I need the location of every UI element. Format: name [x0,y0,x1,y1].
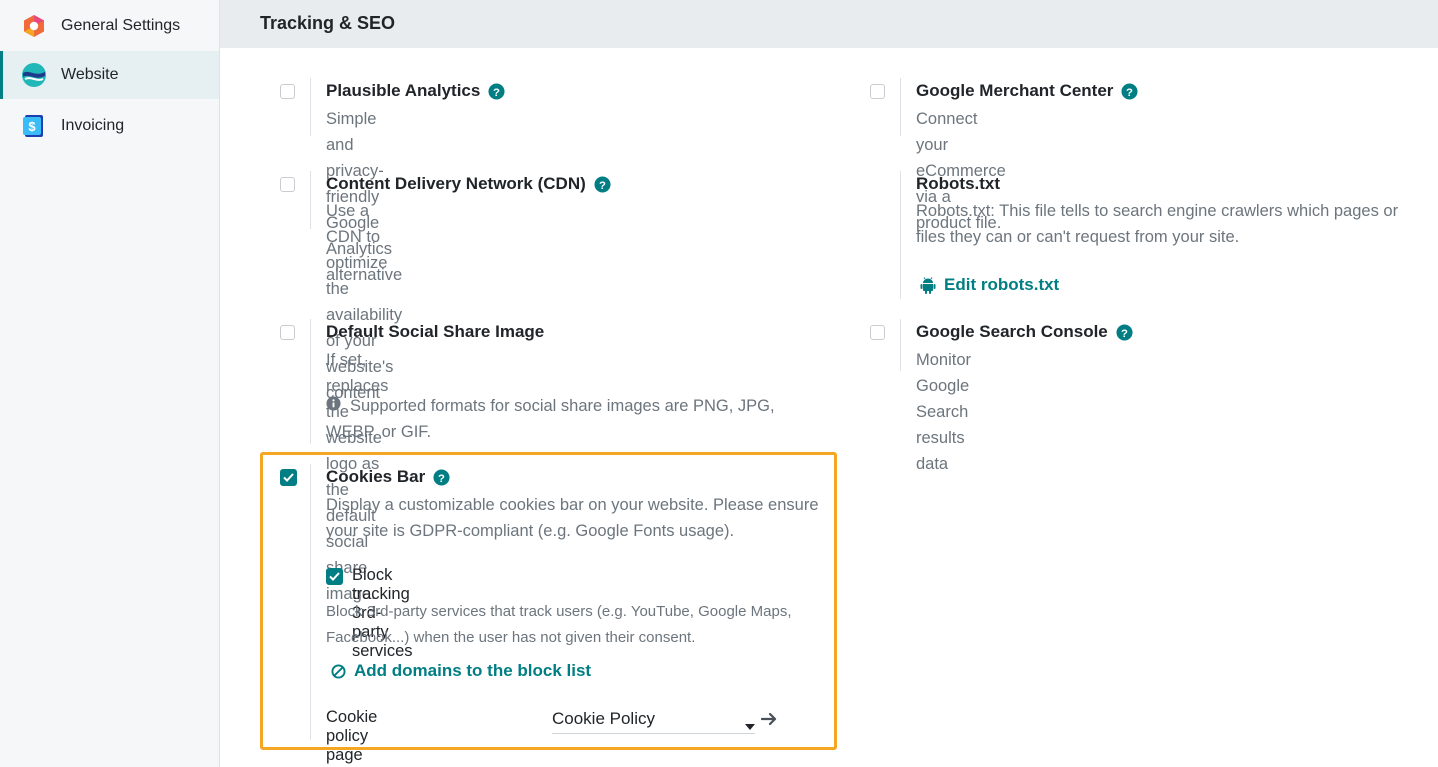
website-app-icon [21,62,47,88]
setting-title: Plausible Analytics ? [326,81,505,101]
edit-robots-label: Edit robots.txt [944,275,1060,294]
edit-robots-link[interactable]: Edit robots.txt [920,275,1059,295]
setting-title: Content Delivery Network (CDN) ? [326,174,611,194]
setting-title: Cookies Bar ? [326,467,450,487]
divider [310,464,311,740]
setting-title: Robots.txt [916,174,1000,194]
section-title: Tracking & SEO [260,13,396,33]
setting-title: Google Merchant Center ? [916,81,1138,101]
ban-icon [331,663,346,679]
setting-title-text: Content Delivery Network (CDN) [326,174,586,193]
plausible-checkbox[interactable] [280,84,295,99]
caret-down-icon [745,717,755,735]
sidebar-item-label: Invoicing [61,117,125,134]
sidebar-item-label: Website [61,66,119,83]
sidebar-item-label: General Settings [61,17,181,34]
cookie-policy-label: Cookie policy page [326,708,378,764]
help-icon[interactable]: ? [488,82,505,100]
setting-description: Monitor Google Search results data [916,351,972,473]
divider [310,319,311,444]
setting-title-text: Google Merchant Center [916,81,1114,100]
setting-title-text: Robots.txt [916,174,1001,193]
svg-text:?: ? [599,179,606,191]
divider [900,78,901,136]
add-domains-label: Add domains to the block list [354,661,592,680]
help-icon[interactable]: ? [1121,82,1138,100]
info-text: Supported formats for social share image… [326,397,775,441]
svg-text:?: ? [438,472,445,484]
setting-description: Display a customizable cookies bar on yo… [326,496,819,540]
block-tracking-checkbox[interactable] [326,568,343,585]
merchant-checkbox[interactable] [870,84,885,99]
svg-text:?: ? [1121,327,1128,339]
general-settings-icon [21,13,47,39]
social-share-checkbox[interactable] [280,325,295,340]
setting-title-text: Default Social Share Image [326,322,545,341]
android-icon [920,276,936,294]
add-domains-link[interactable]: Add domains to the block list [331,661,591,681]
setting-title: Default Social Share Image [326,322,544,342]
cdn-checkbox[interactable] [280,177,295,192]
cookie-policy-value: Cookie Policy [552,709,655,728]
help-icon[interactable]: ? [594,175,611,193]
setting-title-text: Plausible Analytics [326,81,481,100]
divider [310,171,311,229]
cookies-bar-checkbox[interactable] [280,469,297,486]
setting-title-text: Cookies Bar [326,467,426,486]
svg-text:?: ? [493,86,500,98]
cookie-policy-select[interactable]: Cookie Policy [552,706,755,734]
settings-sidebar: General Settings Website $ Invoicing [0,0,220,767]
block-tracking-description: Block 3rd-party services that track user… [326,603,792,646]
internal-link-arrow-icon[interactable] [760,712,778,731]
setting-description: Robots.txt: This file tells to search en… [916,202,1399,246]
help-icon[interactable]: ? [1116,323,1133,341]
sidebar-item-invoicing[interactable]: $ Invoicing [0,102,219,150]
svg-text:$: $ [28,119,36,134]
divider [310,78,311,136]
setting-title-text: Google Search Console [916,322,1108,341]
invoicing-app-icon: $ [21,113,47,139]
svg-text:?: ? [1126,86,1133,98]
divider [900,171,901,299]
setting-title: Google Search Console ? [916,322,1133,342]
search-console-checkbox[interactable] [870,325,885,340]
divider [900,319,901,371]
sidebar-item-general-settings[interactable]: General Settings [0,2,219,50]
help-icon[interactable]: ? [433,468,450,486]
sidebar-item-website[interactable]: Website [0,51,219,99]
section-header: Tracking & SEO [220,0,1438,48]
